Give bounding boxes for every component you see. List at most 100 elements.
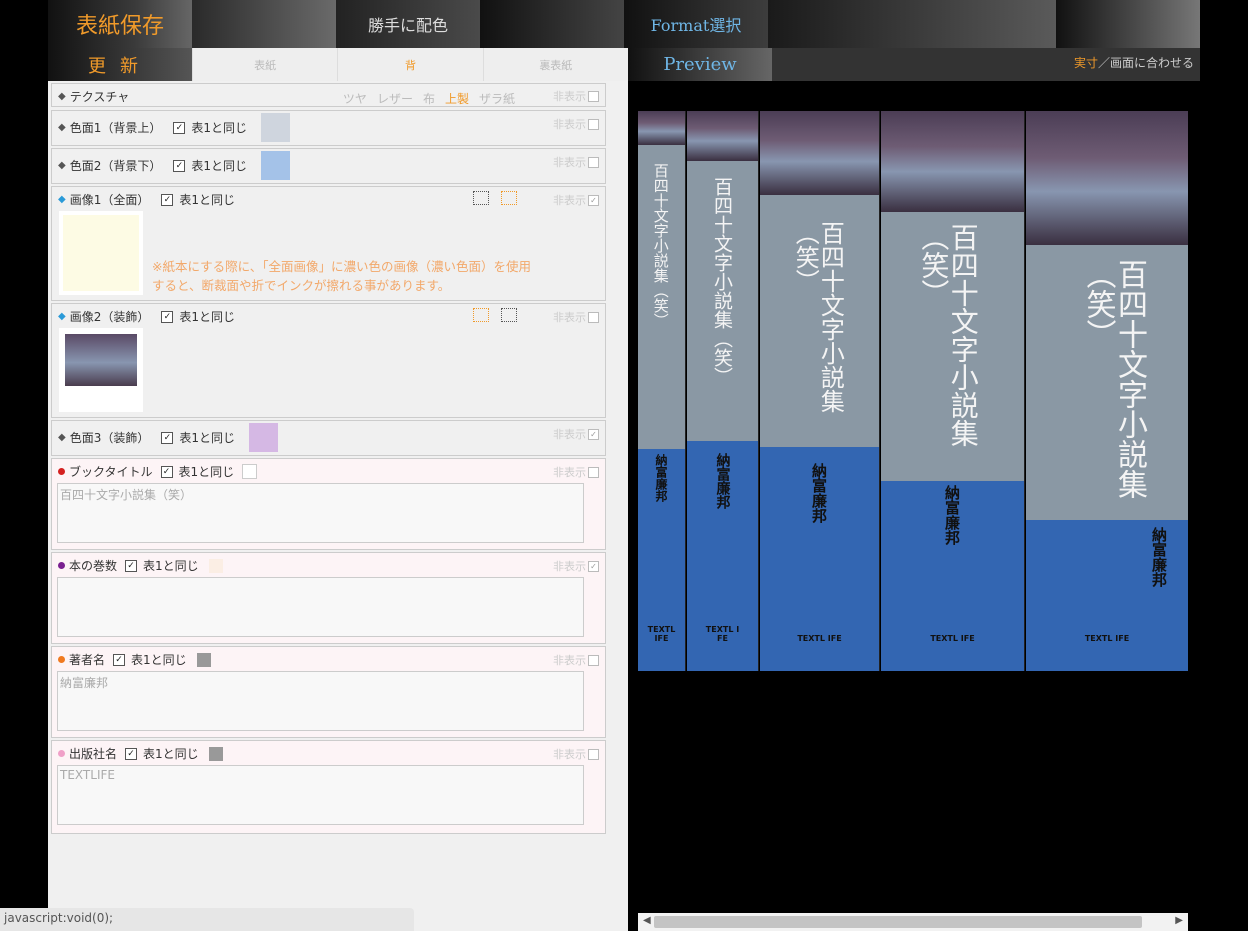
- texture-label: ◆ テクスチャ: [58, 88, 129, 105]
- fit-screen-link[interactable]: 画面に合わせる: [1110, 56, 1194, 70]
- hide-toggle[interactable]: 非表示: [553, 154, 599, 170]
- text-color-swatch[interactable]: [208, 558, 223, 573]
- same-as-cover-checkbox[interactable]: ✓: [125, 559, 138, 572]
- texture-option-cloth[interactable]: 布: [423, 90, 435, 107]
- tab-back-cover[interactable]: 裏表紙: [482, 48, 628, 81]
- hide-checkbox[interactable]: [588, 90, 599, 102]
- color1-swatch[interactable]: [261, 113, 290, 142]
- text-color-swatch[interactable]: [196, 652, 211, 667]
- orange-dot-icon: [58, 656, 65, 663]
- hide-checkbox[interactable]: ✓: [588, 428, 599, 440]
- settings-panel: 更新 表紙 背 裏表紙 ◆ テクスチャ ツヤ レザー 布 上製 ザラ紙 非表示 ◆…: [48, 48, 628, 931]
- hide-checkbox[interactable]: [588, 466, 599, 478]
- publisher-input[interactable]: TEXTLIFE: [57, 765, 584, 825]
- spine-preview-5: 百四十文字小説集 （笑） 納富廉邦 TEXTL IFE: [1026, 111, 1188, 671]
- spine-publisher-line-2: IFE: [654, 634, 669, 643]
- hide-toggle[interactable]: 非表示: [553, 116, 599, 132]
- auto-color-button[interactable]: 勝手に配色: [336, 0, 480, 48]
- status-bar: javascript:void(0);: [0, 908, 414, 931]
- color2-swatch[interactable]: [261, 151, 290, 180]
- text-color-swatch[interactable]: [208, 746, 223, 761]
- spine-author: 納富廉邦: [714, 453, 731, 509]
- spine-preview-3: 百四十文字小説集 （笑） 納富廉邦 TEXTL IFE: [760, 111, 880, 671]
- spine-preview-4: 百四十文字小説集 （笑） 納富廉邦 TEXTL IFE: [881, 111, 1025, 671]
- book-title-input[interactable]: 百四十文字小説集（笑）: [57, 483, 584, 543]
- same-as-cover-checkbox[interactable]: ✓: [161, 310, 174, 323]
- book-title-label: ブックタイトル ✓ 表1と同じ: [58, 463, 258, 480]
- scroll-right-icon[interactable]: ▶: [1175, 915, 1183, 926]
- save-cover-button[interactable]: 表紙保存: [48, 0, 192, 48]
- frame-icon[interactable]: [501, 308, 517, 322]
- diamond-icon: ◆: [58, 432, 66, 443]
- texture-label-text: テクスチャ: [69, 90, 130, 104]
- same-as-cover-checkbox[interactable]: ✓: [173, 159, 186, 172]
- scrollbar-thumb[interactable]: [654, 916, 1142, 928]
- hide-checkbox[interactable]: [588, 118, 599, 130]
- hide-toggle[interactable]: 非表示 ✓: [553, 558, 599, 574]
- spine-title-main: 百四十文字小説集: [1112, 259, 1147, 499]
- scroll-left-icon[interactable]: ◀: [643, 915, 651, 926]
- hide-checkbox[interactable]: [588, 156, 599, 168]
- author-input[interactable]: 納富廉邦: [57, 671, 584, 731]
- author-label: 著者名 ✓ 表1と同じ: [58, 651, 211, 668]
- tab-cover[interactable]: 表紙: [192, 48, 338, 81]
- tab-spine[interactable]: 背: [337, 48, 483, 81]
- text-color-swatch[interactable]: [242, 464, 258, 479]
- hide-toggle[interactable]: 非表示 ✓: [553, 426, 599, 442]
- format-select-button[interactable]: Format選択: [624, 0, 768, 48]
- purple-dot-icon: [58, 562, 65, 569]
- frame-fill-icon[interactable]: [501, 191, 517, 205]
- actual-size-link[interactable]: 実寸: [1074, 56, 1098, 70]
- texture-option-hardcover[interactable]: 上製: [445, 90, 469, 107]
- publisher-label: 出版社名 ✓ 表1と同じ: [58, 745, 223, 762]
- same-as-cover-checkbox[interactable]: ✓: [173, 121, 186, 134]
- hide-label: 非表示: [553, 311, 586, 324]
- frame-icon[interactable]: [473, 191, 489, 205]
- hide-toggle[interactable]: 非表示: [553, 746, 599, 762]
- preview-scrollbar[interactable]: ◀ ▶: [638, 913, 1188, 931]
- spine-image: [760, 111, 879, 195]
- hide-checkbox[interactable]: ✓: [588, 194, 599, 206]
- image2-label-text: 画像2（装飾）: [69, 310, 150, 324]
- hide-toggle[interactable]: 非表示: [553, 309, 599, 325]
- pink-dot-icon: [58, 750, 65, 757]
- hide-toggle[interactable]: 非表示: [553, 88, 599, 104]
- hide-label: 非表示: [553, 118, 586, 131]
- texture-option-gloss[interactable]: ツヤ: [343, 90, 367, 107]
- hide-checkbox[interactable]: ✓: [588, 560, 599, 572]
- hide-toggle[interactable]: 非表示 ✓: [553, 192, 599, 208]
- spine-title-laugh: （笑）: [917, 223, 951, 307]
- top-toolbar: 表紙保存 勝手に配色 Format選択: [48, 0, 1200, 48]
- diamond-icon: ◆: [58, 194, 66, 205]
- hide-checkbox[interactable]: [588, 311, 599, 323]
- hide-toggle[interactable]: 非表示: [553, 652, 599, 668]
- spine-author: 納富廉邦: [810, 463, 828, 523]
- same-as-cover-checkbox[interactable]: ✓: [113, 653, 126, 666]
- same-as-cover-checkbox[interactable]: ✓: [161, 431, 174, 444]
- image1-thumbnail[interactable]: [59, 211, 143, 295]
- color1-label-text: 色面1（背景上）: [69, 121, 162, 135]
- hide-label: 非表示: [553, 194, 586, 207]
- publisher-label-text: 出版社名: [69, 747, 118, 761]
- update-button[interactable]: 更新: [48, 48, 192, 81]
- color2-label-text: 色面2（背景下）: [69, 159, 162, 173]
- frame-fill-icon[interactable]: [473, 308, 489, 322]
- texture-option-rough[interactable]: ザラ紙: [479, 90, 515, 107]
- color3-row: ◆ 色面3（装飾） ✓ 表1と同じ 非表示 ✓: [51, 420, 606, 456]
- spine-title-main: 百四十文字小説集: [816, 221, 845, 413]
- hide-label: 非表示: [553, 748, 586, 761]
- color3-swatch[interactable]: [249, 423, 278, 452]
- same-as-cover-checkbox[interactable]: ✓: [160, 465, 173, 478]
- hide-checkbox[interactable]: [588, 654, 599, 666]
- hide-toggle[interactable]: 非表示: [553, 464, 599, 480]
- diamond-icon: ◆: [58, 91, 66, 102]
- same-as-cover-checkbox[interactable]: ✓: [161, 193, 174, 206]
- zoom-separator: ／: [1097, 56, 1110, 70]
- same-as-cover-checkbox[interactable]: ✓: [125, 747, 138, 760]
- volume-input[interactable]: [57, 577, 584, 637]
- image2-thumbnail[interactable]: [59, 328, 143, 412]
- same-as-cover-label: 表1と同じ: [143, 747, 199, 761]
- hide-checkbox[interactable]: [588, 748, 599, 760]
- image2-preview: [65, 334, 137, 386]
- texture-option-leather[interactable]: レザー: [377, 90, 413, 107]
